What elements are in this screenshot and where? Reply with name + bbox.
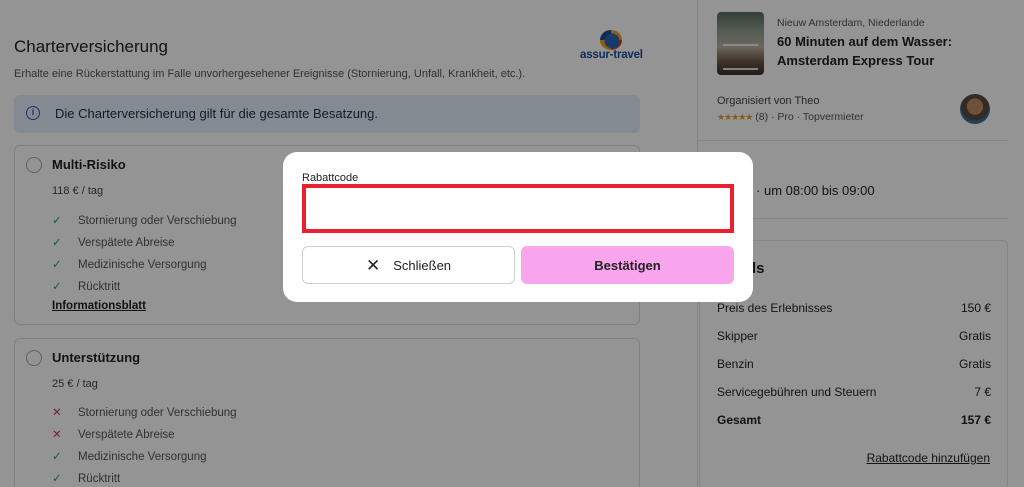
close-icon: ✕ <box>365 255 381 275</box>
confirm-button[interactable]: Bestätigen <box>521 246 734 284</box>
discount-code-modal: Rabattcode ✕ Schließen Bestätigen <box>283 152 753 302</box>
discount-code-label: Rabattcode <box>302 172 359 184</box>
close-button[interactable]: ✕ Schließen <box>302 246 515 284</box>
discount-code-input[interactable] <box>302 184 734 233</box>
close-button-label: Schließen <box>393 257 452 273</box>
